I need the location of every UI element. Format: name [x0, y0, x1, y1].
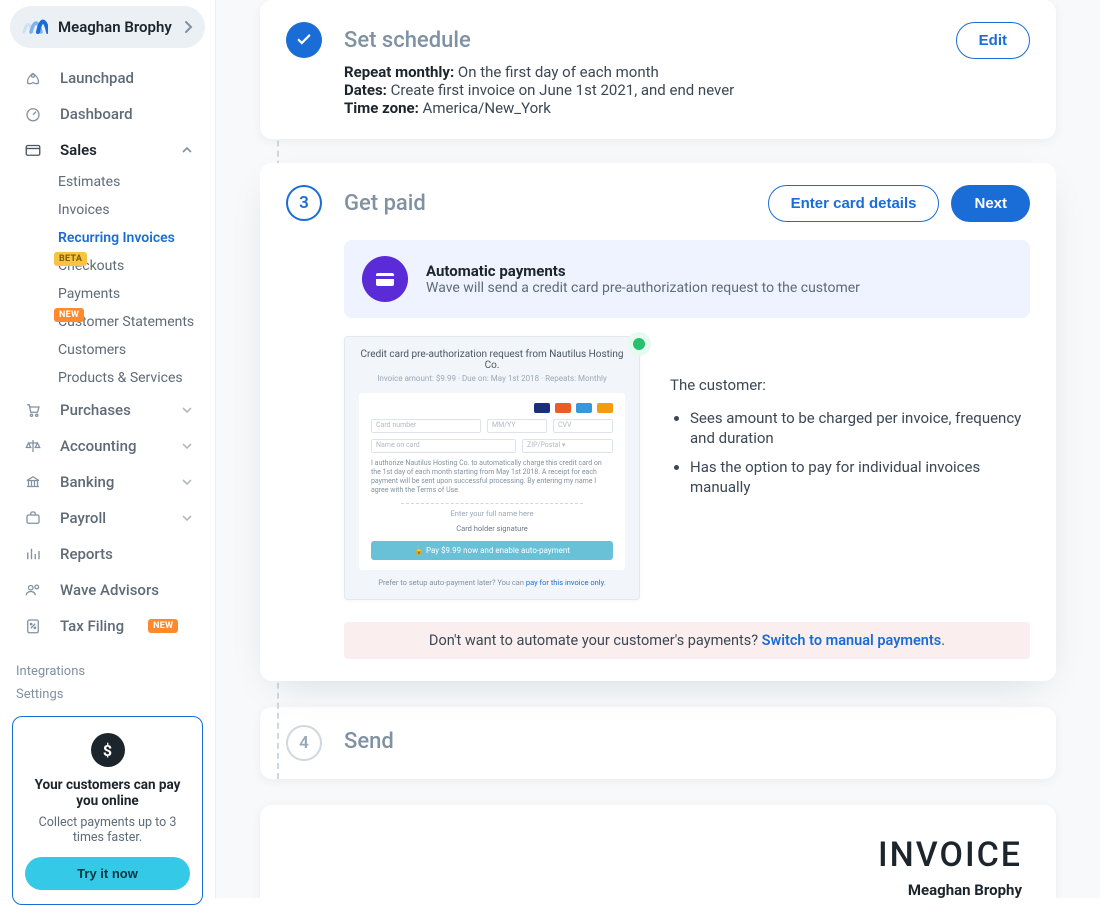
- link-settings[interactable]: Settings: [4, 683, 211, 706]
- chevron-down-icon: [181, 404, 193, 416]
- automatic-payments-banner: Automatic payments Wave will send a cred…: [344, 240, 1030, 318]
- subnav-invoices[interactable]: Invoices: [46, 196, 211, 224]
- chevron-down-icon: [181, 476, 193, 488]
- nav-tax-filing[interactable]: Tax Filing NEW: [4, 608, 211, 644]
- schedule-details: Repeat monthly: On the first day of each…: [344, 63, 1030, 117]
- nav-purchases[interactable]: Purchases: [4, 392, 211, 428]
- subnav-products-services[interactable]: Products & Services: [46, 364, 211, 392]
- switch-manual-link[interactable]: Switch to manual payments: [762, 632, 942, 649]
- user-menu-button[interactable]: Meaghan Brophy: [10, 6, 205, 48]
- sidebar: Meaghan Brophy Launchpad Dashboard Sales…: [0, 0, 216, 898]
- customer-benefits: The customer: Sees amount to be charged …: [670, 336, 1030, 505]
- chevron-up-icon: [181, 144, 193, 156]
- scale-icon: [22, 437, 44, 455]
- switch-to-manual-bar: Don't want to automate your customer's p…: [344, 622, 1030, 659]
- sales-submenu: Estimates Invoices Recurring Invoices BE…: [46, 168, 211, 392]
- invoice-from-name: Meaghan Brophy: [294, 881, 1022, 898]
- chevron-down-icon: [181, 512, 193, 524]
- bars-icon: [22, 545, 44, 563]
- banner-desc: Wave will send a credit card pre-authori…: [426, 280, 860, 296]
- nav-reports[interactable]: Reports: [4, 536, 211, 572]
- step-card-set-schedule: Set schedule Edit Repeat monthly: On the…: [260, 0, 1056, 139]
- invoice-preview-card: INVOICE Meaghan Brophy United States: [260, 805, 1056, 898]
- percent-doc-icon: [22, 617, 44, 635]
- promo-cta-button[interactable]: Try it now: [25, 857, 190, 890]
- main-content: Set schedule Edit Repeat monthly: On the…: [216, 0, 1100, 898]
- promo-title: Your customers can pay you online: [25, 777, 190, 809]
- dollar-coin-icon: $: [91, 733, 125, 767]
- discover-icon: [597, 403, 613, 413]
- step-indicator-done: [286, 22, 322, 58]
- nav-launchpad[interactable]: Launchpad: [4, 60, 211, 96]
- preauth-preview: Credit card pre-authorization request fr…: [344, 336, 640, 600]
- subnav-estimates[interactable]: Estimates: [46, 168, 211, 196]
- chevron-right-icon: [183, 20, 193, 34]
- link-integrations[interactable]: Integrations: [4, 660, 211, 683]
- nav-sales[interactable]: Sales: [4, 132, 211, 168]
- edit-button[interactable]: Edit: [956, 22, 1030, 59]
- subnav-payments[interactable]: Payments: [46, 280, 211, 308]
- amex-icon: [576, 403, 592, 413]
- wave-logo-icon: [22, 14, 48, 40]
- step-indicator-3: 3: [286, 185, 322, 221]
- credit-card-icon: [362, 256, 408, 302]
- badge-beta: BETA: [54, 252, 87, 266]
- enter-card-details-button[interactable]: Enter card details: [768, 185, 940, 222]
- nav-banking[interactable]: Banking: [4, 464, 211, 500]
- step-title: Set schedule: [344, 28, 471, 53]
- visa-icon: [534, 403, 550, 413]
- badge-new: NEW: [148, 619, 178, 633]
- user-name: Meaghan Brophy: [58, 18, 172, 36]
- nav-payroll[interactable]: Payroll: [4, 500, 211, 536]
- step-indicator-4: 4: [286, 725, 322, 761]
- nav-accounting[interactable]: Accounting: [4, 428, 211, 464]
- step-card-get-paid: 3 Get paid Enter card details Next: [260, 163, 1056, 681]
- nav-dashboard[interactable]: Dashboard: [4, 96, 211, 132]
- badge-new: NEW: [54, 308, 84, 322]
- mastercard-icon: [555, 403, 571, 413]
- banner-title: Automatic payments: [426, 262, 860, 280]
- promo-sub: Collect payments up to 3 times faster.: [25, 815, 190, 845]
- step-title: Get paid: [344, 191, 426, 216]
- step-card-send: 4 Send: [260, 707, 1056, 779]
- chevron-down-icon: [181, 440, 193, 452]
- cart-icon: [22, 401, 44, 419]
- briefcase-icon: [22, 509, 44, 527]
- subnav-recurring-invoices[interactable]: Recurring Invoices: [46, 224, 211, 252]
- rocket-icon: [22, 69, 44, 87]
- subnav-customers[interactable]: Customers: [46, 336, 211, 364]
- people-icon: [22, 581, 44, 599]
- invoice-heading: INVOICE: [294, 835, 1022, 875]
- nav-wave-advisors[interactable]: Wave Advisors: [4, 572, 211, 608]
- step-title: Send: [344, 729, 394, 754]
- gauge-icon: [22, 105, 44, 123]
- next-button[interactable]: Next: [951, 185, 1030, 222]
- bank-icon: [22, 473, 44, 491]
- card-icon: [22, 141, 44, 159]
- status-dot-icon: [627, 332, 651, 356]
- promo-card: $ Your customers can pay you online Coll…: [12, 716, 203, 905]
